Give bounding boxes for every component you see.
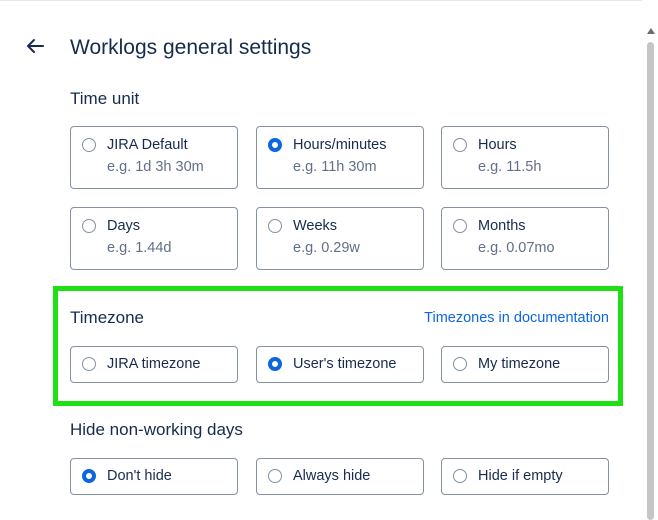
top-divider (0, 0, 642, 1)
option-label: My timezone (478, 356, 561, 372)
radio-button[interactable] (82, 138, 96, 152)
time-unit-option-days[interactable]: Days e.g. 1.44d (70, 207, 238, 270)
scroll-up-arrow-icon[interactable] (647, 28, 655, 34)
time-unit-option-weeks[interactable]: Weeks e.g. 0.29w (256, 207, 424, 270)
option-label: Days (107, 218, 141, 234)
time-unit-option-jira-default[interactable]: JIRA Default e.g. 1d 3h 30m (70, 126, 238, 189)
option-example: e.g. 0.29w (293, 240, 360, 256)
option-example: e.g. 11h 30m (293, 159, 377, 175)
option-label: Hours/minutes (293, 137, 387, 153)
time-unit-option-hours-minutes[interactable]: Hours/minutes e.g. 11h 30m (256, 126, 424, 189)
timezone-label: Timezone (70, 308, 145, 327)
option-label: Always hide (293, 468, 371, 484)
settings-page: Worklogs general settings Time unit JIRA… (0, 0, 658, 520)
option-label: Hours (478, 137, 517, 153)
timezone-option-mine[interactable]: My timezone (441, 346, 609, 383)
time-unit-option-months[interactable]: Months e.g. 0.07mo (441, 207, 609, 270)
option-label: Don't hide (107, 468, 172, 484)
timezone-option-jira[interactable]: JIRA timezone (70, 346, 238, 383)
radio-button[interactable] (82, 219, 96, 233)
option-example: e.g. 1d 3h 30m (107, 159, 204, 175)
vertical-scrollbar[interactable] (644, 28, 658, 520)
radio-button-checked[interactable] (268, 138, 282, 152)
option-label: Weeks (293, 218, 338, 234)
option-label: Hide if empty (478, 468, 563, 484)
back-button[interactable] (22, 33, 48, 59)
time-unit-option-hours[interactable]: Hours e.g. 11.5h (441, 126, 609, 189)
radio-button[interactable] (82, 357, 96, 371)
timezone-option-users[interactable]: User's timezone (256, 346, 424, 383)
option-example: e.g. 0.07mo (478, 240, 555, 256)
option-label: JIRA timezone (107, 356, 201, 372)
hide-days-option-always-hide[interactable]: Always hide (256, 458, 424, 495)
page-title: Worklogs general settings (70, 36, 312, 59)
radio-button[interactable] (453, 357, 467, 371)
radio-button[interactable] (453, 138, 467, 152)
time-unit-label: Time unit (70, 89, 140, 108)
option-label: User's timezone (293, 356, 397, 372)
radio-button-checked[interactable] (268, 357, 282, 371)
option-example: e.g. 1.44d (107, 240, 172, 256)
option-label: Months (478, 218, 526, 234)
hide-non-working-days-label: Hide non-working days (70, 420, 243, 439)
radio-button-checked[interactable] (82, 469, 96, 483)
radio-button[interactable] (453, 219, 467, 233)
option-label: JIRA Default (107, 137, 188, 153)
radio-button[interactable] (268, 219, 282, 233)
hide-days-option-dont-hide[interactable]: Don't hide (70, 458, 238, 495)
radio-button[interactable] (453, 469, 467, 483)
radio-button[interactable] (268, 469, 282, 483)
arrow-left-icon (27, 39, 44, 53)
option-example: e.g. 11.5h (478, 159, 542, 175)
scrollbar-thumb[interactable] (647, 42, 654, 520)
timezones-documentation-link[interactable]: Timezones in documentation (424, 310, 609, 326)
hide-days-option-hide-if-empty[interactable]: Hide if empty (441, 458, 609, 495)
